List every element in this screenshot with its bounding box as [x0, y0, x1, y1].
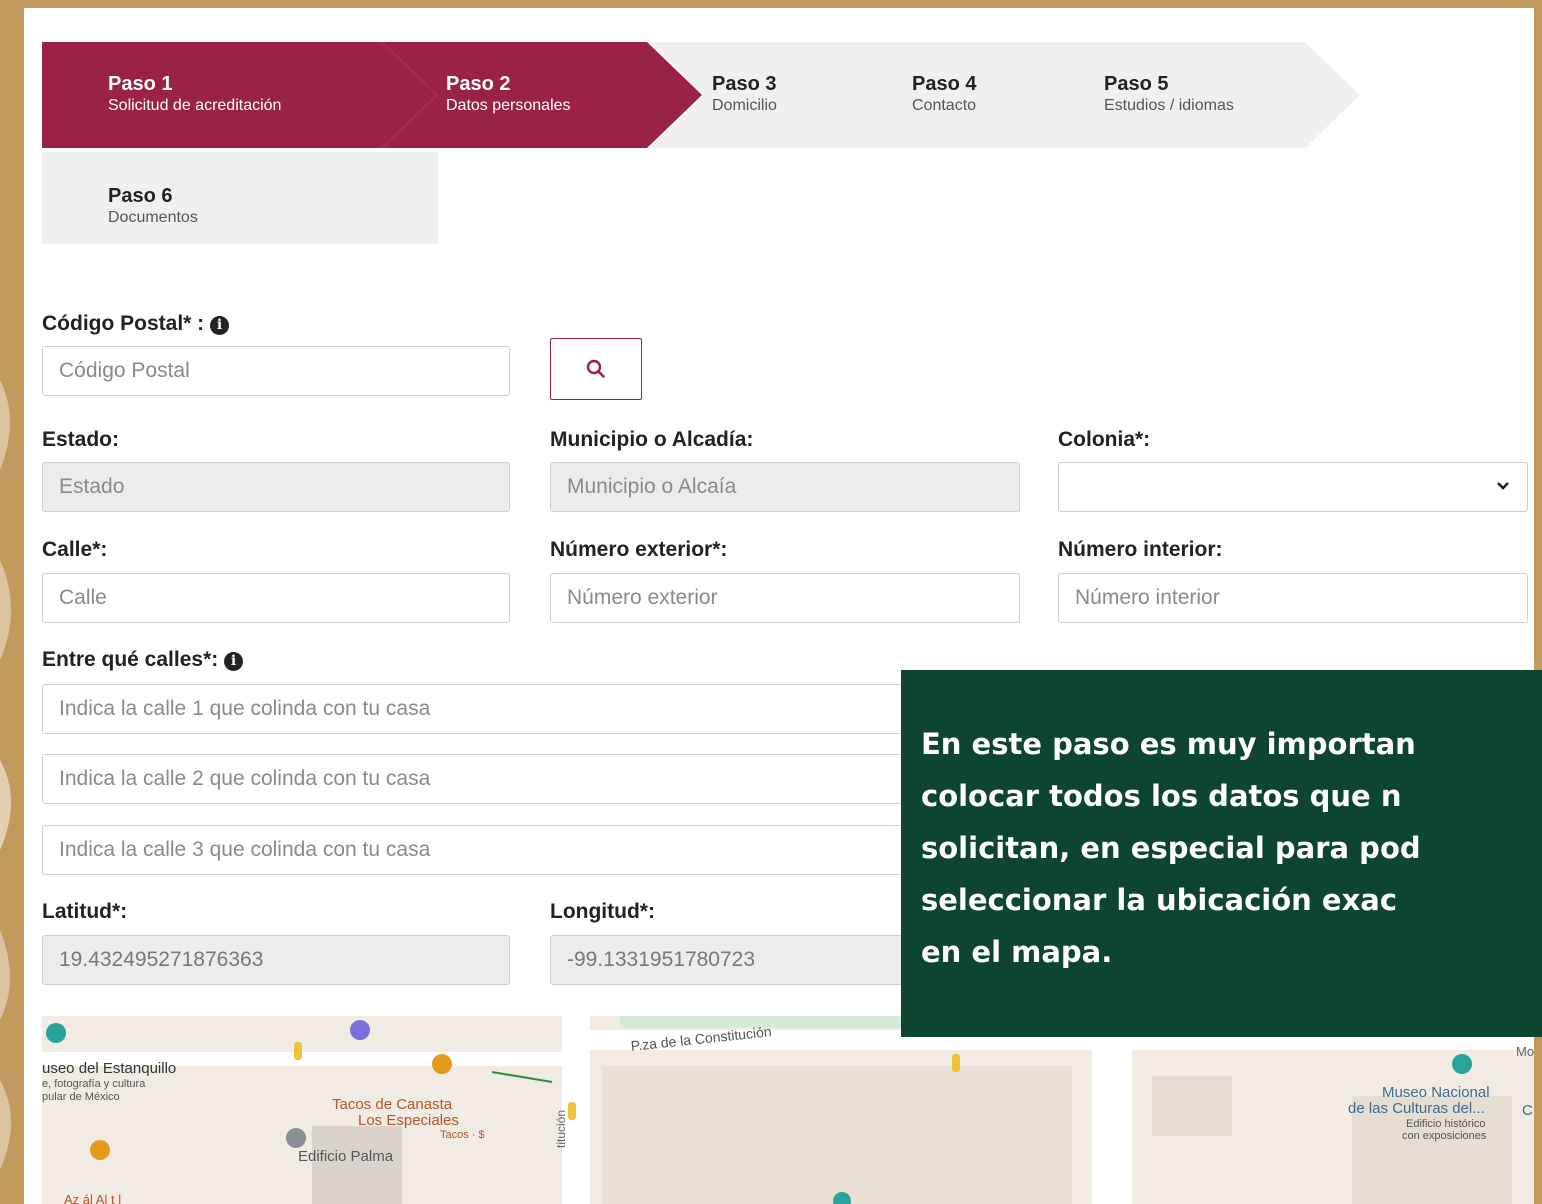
step-subtitle: Solicitud de acreditación	[108, 97, 282, 114]
location-map[interactable]: useo del Estanquillo e, fotografía y cul…	[42, 1016, 1534, 1204]
longitud-label: Longitud*:	[550, 900, 655, 923]
callout-line: solicitan, en especial para pod	[921, 831, 1421, 865]
map-label: useo del Estanquillo	[42, 1060, 177, 1077]
decorative-frame	[0, 0, 24, 1204]
step-subtitle: Documentos	[108, 209, 198, 226]
map-label: Az ál Al t l	[64, 1192, 122, 1204]
callout-line: En este paso es muy importan	[921, 727, 1416, 761]
cp-label-row: Código Postal* : i	[42, 312, 230, 336]
map-label: Tacos · $	[440, 1129, 485, 1141]
step-subtitle: Datos personales	[446, 97, 571, 114]
map-label: con exposiciones	[1402, 1130, 1487, 1142]
map-label: C	[1522, 1102, 1533, 1119]
search-button[interactable]	[550, 338, 642, 400]
map-label: de las Culturas del...	[1348, 1100, 1485, 1117]
callout-line: en el mapa.	[921, 935, 1113, 969]
map-label: Museo Nacional	[1382, 1084, 1490, 1101]
num-ext-label: Número exterior*:	[550, 538, 728, 561]
estado-label: Estado:	[42, 428, 120, 451]
num-int-input[interactable]	[1058, 573, 1528, 623]
chevron-down-icon	[1497, 482, 1509, 490]
municipio-field	[550, 462, 1020, 512]
latitud-label: Latitud*:	[42, 900, 128, 923]
search-icon	[586, 359, 605, 378]
instruction-callout: En este paso es muy importan colocar tod…	[901, 670, 1542, 1037]
step-6[interactable]: Paso 6 Documentos	[42, 152, 438, 244]
latitud-field	[42, 935, 510, 985]
step-subtitle: Domicilio	[712, 97, 777, 114]
info-icon[interactable]: i	[224, 652, 244, 671]
frame-pattern-icon	[0, 380, 11, 1170]
map-streets-icon	[42, 1016, 1534, 1204]
estado-field	[42, 462, 510, 512]
step-title: Paso 1	[108, 73, 173, 95]
step-subtitle: Estudios / idiomas	[1104, 97, 1234, 114]
step-title: Paso 4	[912, 73, 977, 95]
map-label: pular de México	[42, 1091, 120, 1103]
step-title: Paso 6	[108, 185, 173, 207]
step-1[interactable]: Paso 1 Solicitud de acreditación	[42, 42, 437, 148]
callout-line: colocar todos los datos que n	[921, 779, 1402, 813]
colonia-select[interactable]	[1058, 462, 1528, 512]
map-label: titución	[554, 1109, 568, 1148]
entre-calles-label-row: Entre qué calles*: i	[42, 648, 244, 672]
step-title: Paso 5	[1104, 73, 1169, 95]
postal-code-input[interactable]	[42, 346, 510, 396]
map-label: Mon	[1516, 1044, 1534, 1059]
entre-calles-label: Entre qué calles*:	[42, 648, 219, 671]
colonia-label: Colonia*:	[1058, 428, 1151, 451]
step-title: Paso 2	[446, 73, 511, 95]
map-label: Los Especiales	[358, 1112, 459, 1129]
stepper: Paso 1 Solicitud de acreditación Paso 2 …	[42, 42, 1362, 252]
map-label: Edificio Palma	[298, 1148, 394, 1165]
map-label: Edificio histórico	[1406, 1118, 1486, 1130]
map-label: e, fotografía y cultura	[42, 1078, 146, 1090]
map-label: Tacos de Canasta	[332, 1096, 453, 1113]
step-title: Paso 3	[712, 73, 777, 95]
calle-label: Calle*:	[42, 538, 108, 561]
num-ext-input[interactable]	[550, 573, 1020, 623]
step-subtitle: Contacto	[912, 97, 977, 114]
callout-line: seleccionar la ubicación exac	[921, 883, 1398, 917]
num-int-label: Número interior:	[1058, 538, 1223, 561]
cp-label: Código Postal* :	[42, 312, 205, 335]
municipio-label: Municipio o Alcadía:	[550, 428, 754, 451]
calle-input[interactable]	[42, 573, 510, 623]
info-icon[interactable]: i	[210, 316, 230, 335]
